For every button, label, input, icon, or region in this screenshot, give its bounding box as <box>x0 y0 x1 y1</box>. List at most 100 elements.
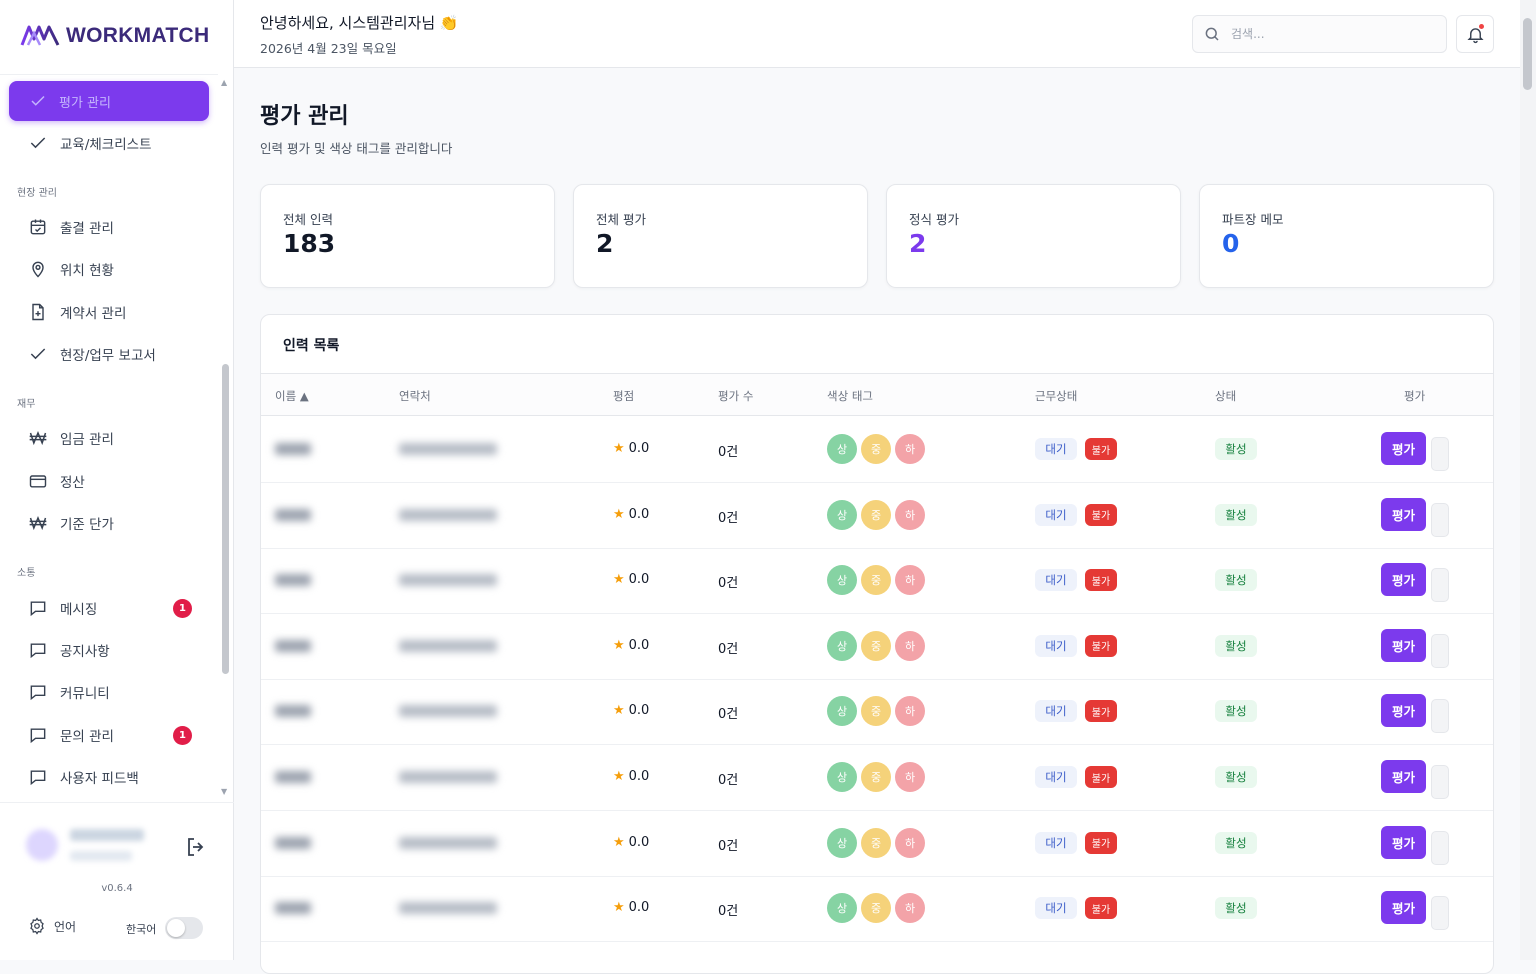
tag-low-button[interactable]: 하 <box>895 827 925 858</box>
tag-low-button[interactable]: 하 <box>895 630 925 661</box>
sidebar-item-reports[interactable]: 현장/업무 보고서 <box>20 337 200 371</box>
tag-high-button[interactable]: 상 <box>827 434 857 464</box>
evaluation-count: 0건 <box>718 641 739 657</box>
sidebar-scroll-thumb[interactable] <box>222 364 229 674</box>
sidebar-item-settlement[interactable]: 정산 <box>20 464 200 498</box>
evaluate-button[interactable]: 평가 <box>1381 760 1426 793</box>
evaluate-button[interactable]: 평가 <box>1381 694 1426 728</box>
language-setting[interactable]: 언어 <box>28 917 76 935</box>
sidebar-item-base-rate[interactable]: 기준 단가 <box>20 506 200 540</box>
evaluate-button[interactable]: 평가 <box>1381 563 1426 597</box>
evaluation-count: 0건 <box>718 445 739 460</box>
worker-phone-redacted <box>399 508 497 521</box>
sidebar-item-community[interactable]: 커뮤니티 <box>20 675 200 709</box>
rating-value: 0.0 <box>628 572 650 588</box>
sidebar-item-feedback[interactable]: 사용자 피드백 <box>20 760 200 794</box>
tag-low-button[interactable]: 하 <box>895 565 925 596</box>
worker-phone-redacted <box>399 705 497 718</box>
unread-badge: 1 <box>173 725 192 745</box>
column-header-name[interactable]: 이름 ▲ <box>275 388 309 404</box>
tag-mid-button[interactable]: 중 <box>861 762 891 792</box>
tag-low-button[interactable]: 하 <box>895 434 925 464</box>
tag-mid-button[interactable]: 중 <box>861 893 891 924</box>
search-input[interactable] <box>1231 27 1431 41</box>
logo[interactable]: WORKMATCH <box>20 22 209 50</box>
search-box[interactable] <box>1192 15 1447 53</box>
work-status-badge: 대기 <box>1035 831 1077 854</box>
tag-mid-button[interactable]: 중 <box>861 499 891 530</box>
more-button[interactable] <box>1431 830 1449 865</box>
sidebar-item-evaluation[interactable]: 평가 관리 <box>9 81 209 121</box>
tag-high-button[interactable]: 상 <box>827 762 857 792</box>
tag-mid-button[interactable]: 중 <box>861 827 891 858</box>
tag-low-button[interactable]: 하 <box>895 762 925 792</box>
availability-badge: 불가 <box>1085 438 1117 460</box>
evaluate-button[interactable]: 평가 <box>1381 628 1426 662</box>
table-row[interactable]: ★ 0.0 0건 상 중 하 대기 불가 활성 평가 <box>261 548 1493 615</box>
logout-icon[interactable] <box>184 835 208 859</box>
evaluation-count: 0건 <box>718 773 739 788</box>
tag-high-button[interactable]: 상 <box>827 827 857 858</box>
more-button[interactable] <box>1431 633 1449 668</box>
page-scrollbar[interactable] <box>1520 0 1536 960</box>
sidebar-item-wages[interactable]: 임금 관리 <box>20 421 200 455</box>
user-email-redacted <box>70 851 132 861</box>
worker-name-redacted <box>275 639 311 652</box>
rating: ★ 0.0 <box>613 572 649 587</box>
column-header-evaluate: 평가 <box>1404 389 1426 403</box>
table-row[interactable]: ★ 0.0 0건 상 중 하 대기 불가 활성 평가 <box>261 483 1493 549</box>
table-row[interactable]: ★ 0.0 0건 상 중 하 대기 불가 활성 평가 <box>261 811 1493 877</box>
more-button[interactable] <box>1431 437 1449 471</box>
more-button[interactable] <box>1431 896 1449 931</box>
table-row[interactable]: ★ 0.0 0건 상 중 하 대기 불가 활성 평가 <box>261 745 1493 811</box>
sidebar-item-label: 현장/업무 보고서 <box>60 348 156 364</box>
tag-mid-button[interactable]: 중 <box>861 434 891 464</box>
tag-low-button[interactable]: 하 <box>895 499 925 530</box>
worker-name-redacted <box>275 902 311 915</box>
evaluate-button[interactable]: 평가 <box>1381 825 1426 859</box>
sidebar-item-messaging[interactable]: 메시징 1 <box>20 591 200 625</box>
evaluate-button[interactable]: 평가 <box>1381 497 1426 531</box>
more-button[interactable] <box>1431 502 1449 537</box>
evaluate-button[interactable]: 평가 <box>1381 891 1426 925</box>
scroll-up-icon[interactable]: ▲ <box>221 78 227 87</box>
more-button[interactable] <box>1431 568 1449 603</box>
table-row[interactable]: ★ 0.0 0건 상 중 하 대기 불가 활성 평가 <box>261 679 1493 746</box>
sidebar-item-location[interactable]: 위치 현황 <box>20 252 200 286</box>
stat-label: 정식 평가 <box>909 212 959 227</box>
sidebar-scrollbar[interactable]: ▲ ▼ <box>218 74 234 802</box>
stat-value: 2 <box>596 229 614 258</box>
tag-high-button[interactable]: 상 <box>827 696 857 727</box>
star-icon: ★ <box>613 703 625 719</box>
sidebar-item-contracts[interactable]: 계약서 관리 <box>20 295 200 329</box>
sidebar-nav[interactable]: 평가 관리 교육/체크리스트 현장 관리 출결 관리 위치 현황 계약서 관리 … <box>0 74 218 802</box>
tag-high-button[interactable]: 상 <box>827 565 857 596</box>
tag-mid-button[interactable]: 중 <box>861 696 891 727</box>
tag-low-button[interactable]: 하 <box>895 893 925 924</box>
sidebar-item-education[interactable]: 교육/체크리스트 <box>20 126 200 160</box>
notification-button[interactable] <box>1456 15 1494 53</box>
table-row[interactable]: ★ 0.0 0건 상 중 하 대기 불가 활성 평가 <box>261 614 1493 680</box>
tag-high-button[interactable]: 상 <box>827 893 857 924</box>
more-button[interactable] <box>1431 699 1449 734</box>
table-row[interactable]: ★ 0.0 0건 상 중 하 대기 불가 활성 평가 <box>261 876 1493 943</box>
page-scroll-thumb[interactable] <box>1523 18 1532 90</box>
user-profile: v0.6.4 언어 한국어 <box>0 802 234 960</box>
rating: ★ 0.0 <box>613 900 649 915</box>
tag-high-button[interactable]: 상 <box>827 499 857 530</box>
rating-value: 0.0 <box>628 637 650 653</box>
sidebar-item-notices[interactable]: 공지사항 <box>20 633 200 667</box>
star-icon: ★ <box>613 572 625 588</box>
more-button[interactable] <box>1431 765 1449 799</box>
language-toggle[interactable] <box>165 917 203 939</box>
sidebar-item-attendance[interactable]: 출결 관리 <box>20 210 200 244</box>
table-row[interactable]: ★ 0.0 0건 상 중 하 대기 불가 활성 평가 <box>261 417 1493 483</box>
scroll-down-icon[interactable]: ▼ <box>221 787 227 796</box>
tag-low-button[interactable]: 하 <box>895 696 925 727</box>
tag-mid-button[interactable]: 중 <box>861 565 891 596</box>
tag-mid-button[interactable]: 중 <box>861 630 891 661</box>
sidebar-item-inquiries[interactable]: 문의 관리 1 <box>20 718 200 752</box>
tag-high-button[interactable]: 상 <box>827 630 857 661</box>
evaluate-button[interactable]: 평가 <box>1381 432 1426 465</box>
column-header-phone: 연락처 <box>399 389 431 403</box>
